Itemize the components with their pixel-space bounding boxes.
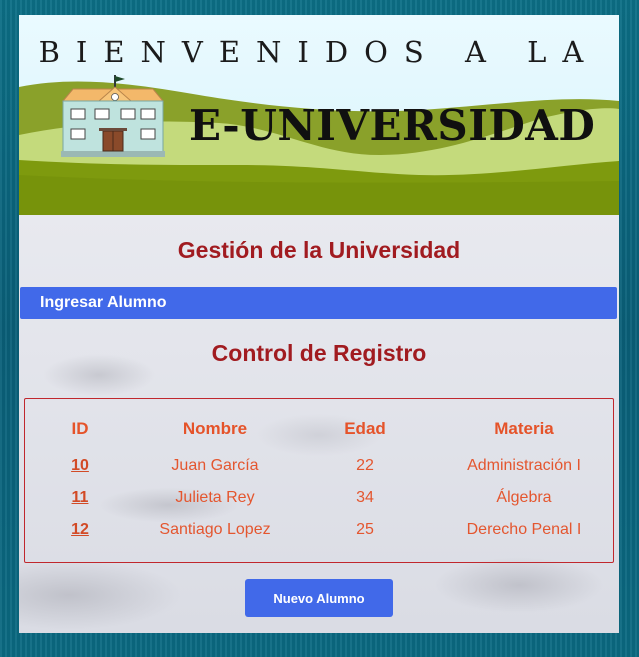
registry-table-container: ID Nombre Edad Materia 10 Juan García 22… — [24, 398, 614, 563]
student-id-link[interactable]: 10 — [71, 457, 89, 474]
registry-table: ID Nombre Edad Materia 10 Juan García 22… — [25, 419, 613, 551]
registry-title: Control de Registro — [211, 340, 427, 366]
table-row: 10 Juan García 22 Administración I — [25, 455, 613, 487]
student-name: Santiago Lopez — [159, 521, 271, 538]
column-header-edad: Edad — [344, 419, 386, 438]
student-subject: Administración I — [467, 457, 581, 474]
student-name: Julieta Rey — [175, 489, 255, 506]
table-header-row: ID Nombre Edad Materia — [25, 419, 613, 455]
student-age: 22 — [356, 457, 374, 474]
nav-link-ingresar-alumno[interactable]: Ingresar Alumno — [40, 294, 167, 312]
student-id-link[interactable]: 12 — [71, 521, 89, 538]
student-id-link[interactable]: 11 — [72, 489, 89, 506]
student-subject: Derecho Penal I — [466, 521, 582, 538]
student-subject: Álgebra — [496, 489, 552, 506]
table-row: 11 Julieta Rey 34 Álgebra — [25, 487, 613, 519]
welcome-heading: BIENVENIDOS A LA — [38, 35, 600, 69]
header-banner: BIENVENIDOS A LA E-UNIVERSIDAD — [19, 15, 619, 215]
school-building-icon — [61, 75, 165, 157]
column-header-nombre: Nombre — [182, 419, 248, 438]
column-header-id: ID — [71, 419, 89, 438]
student-name: Juan García — [171, 457, 259, 474]
page-container: BIENVENIDOS A LA E-UNIVERSIDAD Gestión d… — [19, 15, 619, 633]
page-title: Gestión de la Universidad — [177, 237, 461, 263]
brand-title: E-UNIVERSIDAD — [189, 101, 596, 150]
navigation-bar: Ingresar Alumno — [20, 287, 617, 319]
new-student-button[interactable]: Nuevo Alumno — [245, 579, 393, 617]
table-row: 12 Santiago Lopez 25 Derecho Penal I — [25, 519, 613, 551]
student-age: 34 — [356, 489, 374, 506]
student-age: 25 — [356, 521, 374, 538]
column-header-materia: Materia — [494, 419, 554, 438]
